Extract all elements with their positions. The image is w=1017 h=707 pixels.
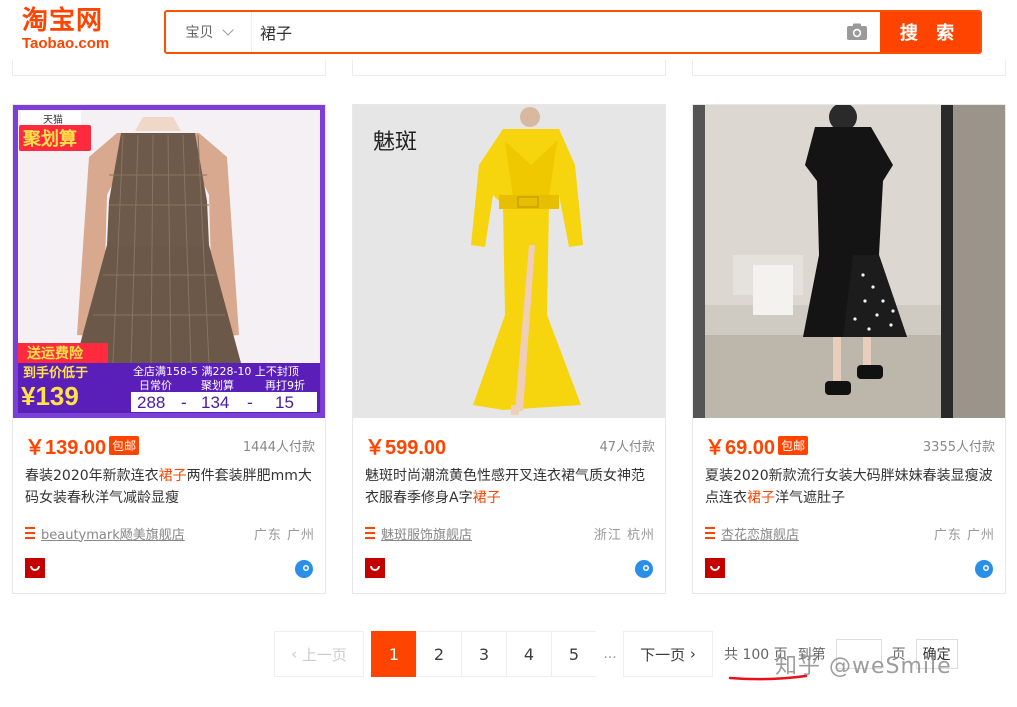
page-button[interactable]: 4	[506, 631, 552, 677]
product-card[interactable]: 天猫 聚划算 送运费险 到手价低于 ¥139 全店满158-5 满228-10 …	[12, 104, 326, 594]
shop-name-link[interactable]: 杏花恋旗舰店	[721, 524, 799, 543]
search-type-label: 宝贝	[185, 25, 214, 41]
shop-name-link[interactable]: 魅斑服饰旗舰店	[381, 524, 472, 543]
search-input[interactable]	[252, 12, 834, 52]
product-card[interactable]: 魅斑 ￥599.00 47人付款 魅斑时尚潮流黄色性感开叉连衣裙气质女神范衣服春…	[352, 104, 666, 594]
product-title[interactable]: 春装2020年新款连衣裙子两件套装胖肥mm大码女装春秋洋气减龄显瘦	[25, 465, 317, 509]
juhuasuan-text: 聚划算	[22, 128, 77, 150]
svg-text:-: -	[247, 393, 253, 412]
price-value-discount: 15	[275, 393, 294, 412]
price-row: ￥139.00 包邮 1444人付款	[25, 431, 315, 459]
coupon-text: 全店满158-5 满228-10 上不封顶	[133, 364, 299, 378]
shop-location: 广东 广州	[933, 527, 995, 543]
page-button[interactable]: 2	[416, 631, 462, 677]
prev-page-button[interactable]: ‹ 上一页	[274, 631, 364, 677]
badge-row	[705, 557, 995, 579]
logo-text-en: Taobao.com	[22, 35, 110, 52]
keyword-highlight: 裙子	[747, 490, 775, 506]
free-shipping-badge: 包邮	[109, 435, 140, 455]
lowest-price-text: 到手价低于	[23, 365, 88, 381]
tmall-icon[interactable]	[365, 558, 385, 578]
brand-logo-text: 魅斑	[373, 130, 417, 155]
shop-location: 广东 广州	[253, 527, 315, 543]
shop-icon	[705, 527, 715, 539]
chevron-right-icon: ›	[685, 645, 696, 663]
shop-icon	[365, 527, 375, 539]
next-page-button[interactable]: 下一页 ›	[623, 631, 713, 677]
logo-text-cn: 淘宝网	[22, 6, 104, 36]
shop-icon	[25, 527, 35, 539]
product-title[interactable]: 魅斑时尚潮流黄色性感开叉连衣裙气质女神范衣服春季修身A字裙子	[365, 465, 657, 509]
wangwang-chat-icon[interactable]	[633, 557, 655, 579]
header: 淘宝网 Taobao.com 宝贝 搜 索	[0, 0, 1017, 60]
svg-text:-: -	[181, 393, 187, 412]
product-image[interactable]	[693, 105, 1005, 418]
keyword-highlight: 裙子	[472, 490, 501, 506]
price: ￥139.00	[25, 436, 107, 459]
price: ￥599.00	[365, 436, 447, 459]
taobao-logo[interactable]: 淘宝网 Taobao.com	[22, 6, 132, 56]
price-value-juhuasuan: 134	[201, 393, 229, 412]
price-value-daily: 288	[137, 393, 165, 412]
page-button[interactable]: 3	[461, 631, 507, 677]
sales-count: 1444人付款	[242, 439, 315, 455]
tmall-icon[interactable]	[705, 558, 725, 578]
tmall-icon[interactable]	[25, 558, 45, 578]
price-row: ￥599.00 47人付款	[365, 431, 655, 459]
free-shipping-badge: 包邮	[778, 435, 809, 455]
promo-price-text: ¥139	[21, 381, 79, 411]
product-image[interactable]: 魅斑	[353, 105, 665, 418]
price-row: ￥69.00 包邮 3355人付款	[705, 431, 995, 459]
page-button-current[interactable]: 1	[371, 631, 417, 677]
chevron-down-icon	[221, 24, 234, 36]
shop-name-link[interactable]: beautymark飏美旗舰店	[41, 524, 185, 543]
badge-row	[25, 557, 315, 579]
shop-row: 魅斑服饰旗舰店 浙江 杭州	[365, 523, 655, 543]
price: ￥69.00	[705, 436, 776, 459]
shop-location: 浙江 杭州	[593, 527, 655, 543]
page-button[interactable]: 5	[551, 631, 597, 677]
badge-row	[365, 557, 655, 579]
price-label-discount: 再打9折	[265, 378, 305, 392]
price-label-juhuasuan: 聚划算	[201, 378, 234, 392]
search-type-dropdown[interactable]: 宝贝	[166, 12, 252, 52]
chevron-left-icon: ‹	[291, 645, 302, 663]
wangwang-chat-icon[interactable]	[293, 557, 315, 579]
product-card[interactable]: ￥69.00 包邮 3355人付款 夏装2020新款流行女装大码胖妹妹春装显瘦波…	[692, 104, 1006, 594]
tmall-tag-text: 天猫	[43, 113, 63, 126]
search-bar: 宝贝 搜 索	[164, 10, 982, 54]
shop-row: beautymark飏美旗舰店 广东 广州	[25, 523, 315, 543]
page-ellipsis: ...	[596, 631, 624, 677]
sales-count: 3355人付款	[922, 439, 995, 455]
wangwang-chat-icon[interactable]	[973, 557, 995, 579]
shop-row: 杏花恋旗舰店 广东 广州	[705, 523, 995, 543]
product-title[interactable]: 夏装2020新款流行女装大码胖妹妹春装显瘦波点连衣裙子洋气遮肚子	[705, 465, 997, 509]
product-image[interactable]: 天猫 聚划算 送运费险 到手价低于 ¥139 全店满158-5 满228-10 …	[13, 105, 325, 418]
watermark: 知乎 @weSmile	[775, 654, 952, 679]
sales-count: 47人付款	[599, 439, 655, 455]
camera-icon[interactable]	[834, 12, 880, 52]
price-label-daily: 日常价	[139, 379, 172, 392]
search-button[interactable]: 搜 索	[880, 12, 980, 52]
shipping-promo-text: 送运费险	[26, 345, 84, 362]
keyword-highlight: 裙子	[158, 468, 187, 484]
